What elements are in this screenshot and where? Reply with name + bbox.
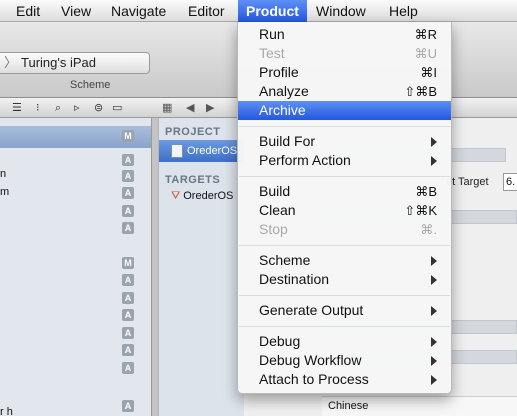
modified-badge: M [122,257,134,269]
product-menu: Run ⌘R Test ⌘U Profile ⌘I Analyze ⇧⌘B Ar… [237,22,452,394]
destination-label: Turing's iPad [21,55,96,70]
search-icon[interactable]: ⌕ [55,101,61,115]
related-items-icon[interactable]: ▦ [162,101,172,115]
added-badge: A [122,292,134,304]
menu-item-build[interactable]: Build ⌘B [238,182,451,201]
shortcut-label: ⌘U [414,46,437,61]
list-icon[interactable]: ☰ [12,101,22,115]
symbol-icon[interactable]: ⁝ [36,101,40,115]
submenu-arrow-icon [431,337,437,347]
menu-item-generate-output[interactable]: Generate Output [238,301,451,320]
target-item[interactable]: ⛛ OrederOS [171,190,233,203]
menu-item-archive[interactable]: Archive [238,101,451,120]
menu-item-profile[interactable]: Profile ⌘I [238,63,451,82]
menu-item-test: Test ⌘U [259,45,437,61]
breakpoint-icon[interactable]: ▭ [112,101,122,115]
menu-view[interactable]: View [53,0,99,22]
list-item[interactable]: n [0,166,151,183]
target-item-label: OrederOS [183,190,234,202]
shortcut-label: ⇧⌘B [404,84,437,99]
list-item[interactable]: r h [0,404,151,416]
menu-separator [239,245,450,246]
project-targets-panel: PROJECT OrederOS TARGETS ⛛ OrederOS [158,118,245,416]
project-item-label: OrederOS [187,145,238,157]
menu-item-clean[interactable]: Clean ⇧⌘K [238,201,451,220]
submenu-arrow-icon [431,137,437,147]
navigator-selector-bar: ☰ ⁝ ⌕ ▹ ⊜ ▭ [0,98,152,118]
project-navigator: M A A A A A M A A A A A A A n m r h [0,118,152,416]
menu-window[interactable]: Window [308,0,374,22]
menu-navigate[interactable]: Navigate [103,0,174,22]
scheme-caption: Scheme [70,79,111,91]
added-badge: A [122,309,134,321]
menu-item-destination[interactable]: Destination [238,270,451,289]
deployment-target-field[interactable]: 6. [503,173,517,191]
menu-item-debug[interactable]: Debug [238,332,451,351]
submenu-arrow-icon [431,356,437,366]
menu-item-attach-to-process[interactable]: Attach to Process [238,370,451,389]
menu-help[interactable]: Help [381,0,426,22]
localization-row[interactable]: Chinese [322,396,517,416]
menu-edit[interactable]: Edit [8,0,48,22]
submenu-arrow-icon [431,275,437,285]
menu-item-debug-workflow[interactable]: Debug Workflow [238,351,451,370]
added-badge: A [122,327,134,339]
menu-separator [239,326,450,327]
debug-icon[interactable]: ⊜ [94,101,103,115]
menu-product[interactable]: Product [238,0,307,22]
shortcut-label: ⌘R [414,27,437,42]
forward-arrow-icon[interactable]: ▶ [206,101,214,115]
added-badge: A [122,274,134,286]
submenu-arrow-icon [431,256,437,266]
added-badge: A [122,154,134,166]
back-arrow-icon[interactable]: ◀ [186,101,194,115]
menu-separator [239,126,450,127]
project-section-header: PROJECT [165,126,221,138]
deployment-target-label: nt Target [446,176,489,188]
shortcut-label: ⌘B [415,184,437,199]
menu-item-build-for[interactable]: Build For [238,132,451,151]
menu-item-analyze[interactable]: Analyze ⇧⌘B [238,82,451,101]
menu-item-scheme[interactable]: Scheme [238,251,451,270]
app-target-icon: ⛛ [171,190,181,202]
targets-section-header: TARGETS [165,174,221,186]
submenu-arrow-icon [431,375,437,385]
menu-editor[interactable]: Editor [180,0,233,22]
issue-icon[interactable]: ▹ [74,101,80,115]
shortcut-label: ⌘I [420,65,437,80]
added-badge: A [122,222,134,234]
modified-badge: M [122,130,134,142]
path-separator-icon: 〉 [4,55,18,70]
menu-item-stop: Stop ⌘. [259,221,437,237]
project-item[interactable]: OrederOS [159,140,245,162]
shortcut-label: ⌘. [420,222,437,237]
submenu-arrow-icon [431,306,437,316]
scheme-destination-popup[interactable]: 〉 Turing's iPad [0,52,150,74]
shortcut-label: ⇧⌘K [404,203,437,218]
menu-separator [239,295,450,296]
added-badge: A [122,362,134,374]
menu-item-perform-action[interactable]: Perform Action [238,151,451,170]
submenu-arrow-icon [431,156,437,166]
added-badge: A [122,344,134,356]
project-file-icon [171,144,183,158]
menu-item-run[interactable]: Run ⌘R [238,25,451,44]
menu-bar: Edit View Navigate Editor Product Window… [0,0,517,22]
menu-separator [239,176,450,177]
list-item[interactable]: m [0,184,151,201]
added-badge: A [122,205,134,217]
